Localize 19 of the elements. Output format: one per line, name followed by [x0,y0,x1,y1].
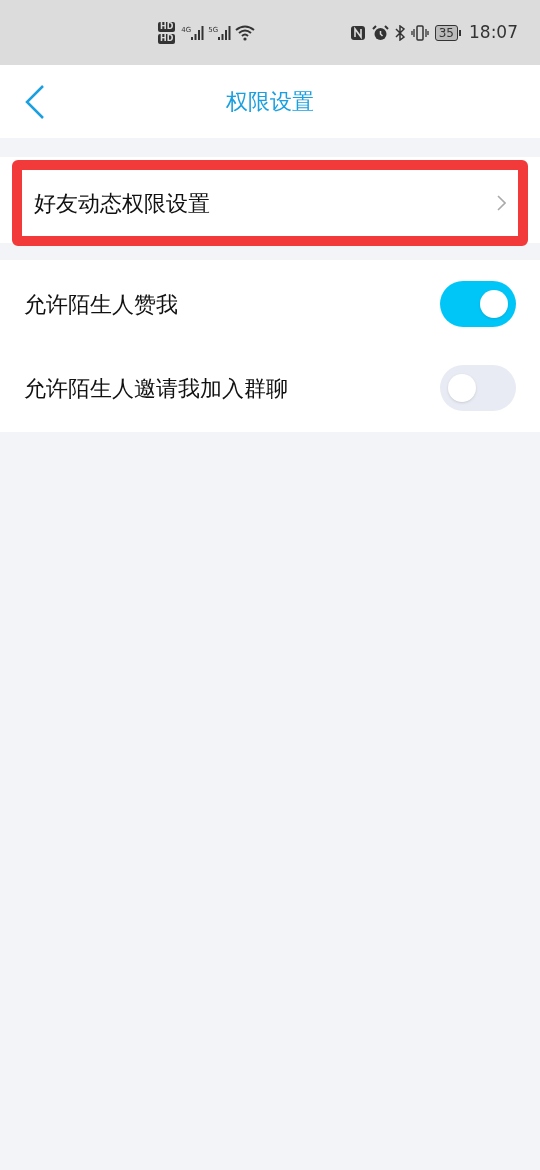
status-time: 18:07 [469,20,518,44]
signal-icon [191,25,205,40]
nfc-icon [349,24,366,41]
alarm-icon [371,24,389,41]
page-title: 权限设置 [226,88,314,116]
wifi-icon [235,24,256,41]
back-icon[interactable] [24,83,46,120]
chevron-icon [497,195,506,211]
settings-item[interactable]: 好友动态权限设置 [12,160,528,246]
toggle-switch[interactable] [440,281,516,327]
signal-icon [218,25,232,40]
vibrate-icon [410,24,429,41]
toggle-switch[interactable] [440,365,516,411]
setting-label: 允许陌生人赞我 [24,290,179,319]
sim-badge: HD [158,21,176,32]
sim-badge: HD [158,33,176,44]
battery-level: 35 [434,24,458,41]
setting-label: 允许陌生人邀请我加入群聊 [24,374,289,403]
bluetooth-icon [394,24,405,41]
